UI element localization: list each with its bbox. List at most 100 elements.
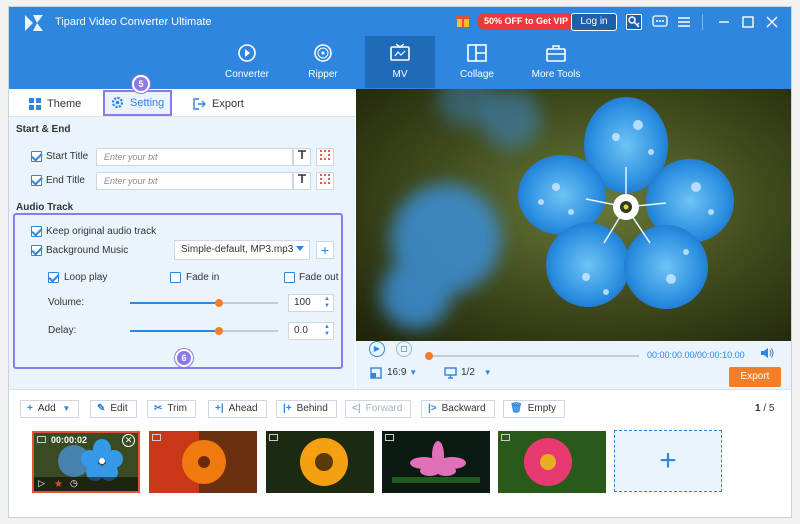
delay-slider[interactable] — [130, 327, 278, 335]
progress-track[interactable] — [429, 355, 639, 357]
add-button[interactable]: + Add ▼ — [20, 400, 80, 418]
stepper-down-icon[interactable]: ▼ — [324, 303, 330, 309]
background-music-checkbox[interactable] — [31, 245, 42, 256]
page-indicator: 1 / 5 — [755, 403, 774, 414]
timeline-clip[interactable] — [266, 431, 374, 493]
scissors-icon: ✂ — [154, 403, 163, 414]
stop-button[interactable] — [396, 341, 412, 357]
nav-converter-label: Converter — [225, 69, 269, 80]
export-icon — [193, 98, 206, 110]
chevron-down-icon: ▼ — [409, 368, 418, 377]
timeline-clip[interactable]: 00:00:02 ✕ ▷ ★ ◷ — [32, 431, 140, 493]
nav-ripper[interactable]: Ripper — [287, 36, 359, 88]
volume-stepper[interactable]: 100 ▲ ▼ — [288, 294, 334, 312]
maximize-icon[interactable] — [739, 13, 757, 31]
export-button[interactable]: Export — [729, 367, 781, 387]
nav-more-tools[interactable]: More Tools — [519, 36, 593, 88]
aspect-ratio-value: 16:9 — [387, 367, 407, 378]
loop-play-label: Loop play — [64, 272, 108, 283]
end-title-input[interactable]: Enter your txt — [96, 172, 293, 190]
music-select-value: Simple-default, MP3.mp3 — [181, 244, 294, 255]
keep-original-checkbox[interactable] — [31, 226, 42, 237]
image-icon — [37, 436, 46, 443]
behind-button[interactable]: |+ Behind — [276, 400, 337, 418]
start-title-text-button[interactable] — [293, 148, 311, 166]
delay-slider-fill — [130, 330, 219, 332]
stepper-down-icon[interactable]: ▼ — [324, 331, 330, 337]
nav-more-tools-label: More Tools — [531, 69, 581, 80]
plus-icon: + — [27, 403, 33, 414]
timeline-clip[interactable] — [498, 431, 606, 493]
empty-button[interactable]: 🗑 Empty — [503, 400, 566, 418]
feedback-icon[interactable] — [651, 13, 669, 31]
tab-export[interactable]: Export — [193, 92, 244, 116]
text-icon — [298, 174, 306, 183]
gift-icon[interactable] — [455, 12, 471, 28]
edit-button[interactable]: ✎ Edit — [90, 400, 137, 418]
start-title-color-button[interactable] — [316, 148, 334, 166]
image-icon — [269, 434, 278, 441]
play-clip-icon[interactable]: ▷ — [38, 478, 45, 489]
page-separator: / — [763, 403, 767, 414]
backward-button[interactable]: |> Backward — [421, 400, 495, 418]
timeline-clip[interactable] — [382, 431, 490, 493]
close-icon[interactable] — [763, 13, 781, 31]
settings-content: Start & End Start Title Enter your txt E… — [9, 117, 355, 389]
menu-icon[interactable] — [675, 13, 693, 31]
nav-mv[interactable]: MV — [365, 36, 435, 88]
timeline-clip[interactable] — [149, 431, 257, 493]
tab-setting[interactable]: Setting — [103, 90, 173, 116]
stepper-up-icon[interactable]: ▲ — [324, 296, 330, 302]
login-button[interactable]: Log in — [571, 13, 617, 31]
volume-slider-fill — [130, 302, 219, 304]
start-title-checkbox[interactable] — [31, 151, 42, 162]
music-select[interactable]: Simple-default, MP3.mp3 — [174, 240, 310, 260]
play-button[interactable]: ▶ — [369, 341, 385, 357]
behind-label: Behind — [296, 403, 328, 414]
fade-out-checkbox[interactable] — [284, 272, 295, 283]
nav-converter[interactable]: Converter — [211, 36, 283, 88]
volume-slider-handle[interactable] — [214, 299, 223, 307]
quality-select[interactable]: 1/2 ▼ — [461, 367, 492, 378]
callout-6: 6 — [175, 349, 193, 367]
forward-button[interactable]: <| Forward — [345, 400, 412, 418]
nav-mv-label: MV — [392, 69, 408, 80]
aspect-ratio-select[interactable]: 16:9 ▼ — [387, 367, 417, 378]
end-title-checkbox[interactable] — [31, 175, 42, 186]
promo-badge[interactable]: 50% OFF to Get VIP — [477, 13, 576, 30]
trim-button[interactable]: ✂ Trim — [147, 400, 197, 418]
page-total: 5 — [768, 403, 775, 414]
tab-theme[interactable]: Theme — [29, 92, 81, 116]
stepper-up-icon[interactable]: ▲ — [324, 324, 330, 330]
volume-slider[interactable] — [130, 299, 278, 307]
effect-icon[interactable]: ★ — [54, 479, 63, 490]
chevron-down-icon: ▼ — [483, 368, 492, 377]
ahead-button[interactable]: +| Ahead — [208, 400, 267, 418]
delay-slider-handle[interactable] — [214, 327, 223, 335]
end-title-color-button[interactable] — [316, 172, 334, 190]
add-clip-slot[interactable]: + — [614, 430, 722, 492]
converter-icon — [238, 44, 256, 62]
end-title-text-button[interactable] — [293, 172, 311, 190]
divider — [702, 14, 703, 30]
clock-icon[interactable]: ◷ — [70, 478, 78, 489]
delay-stepper[interactable]: 0.0 ▲ ▼ — [288, 322, 334, 340]
fade-in-checkbox[interactable] — [170, 272, 181, 283]
loop-play-checkbox[interactable] — [48, 272, 59, 283]
add-music-button[interactable]: + — [316, 241, 334, 259]
key-icon[interactable] — [626, 14, 642, 30]
text-icon — [298, 150, 306, 159]
divider — [9, 389, 791, 390]
color-grid-icon — [320, 150, 330, 160]
image-icon — [385, 434, 394, 441]
background-music-label: Background Music — [46, 245, 129, 256]
remove-clip-icon[interactable]: ✕ — [122, 434, 135, 447]
volume-icon[interactable] — [760, 347, 774, 359]
page-current: 1 — [755, 403, 761, 414]
chevron-down-icon: ▼ — [62, 404, 71, 413]
nav-collage[interactable]: Collage — [441, 36, 513, 88]
volume-value: 100 — [294, 297, 311, 308]
start-title-input[interactable]: Enter your txt — [96, 148, 293, 166]
progress-handle[interactable] — [425, 352, 433, 360]
minimize-icon[interactable] — [715, 13, 733, 31]
